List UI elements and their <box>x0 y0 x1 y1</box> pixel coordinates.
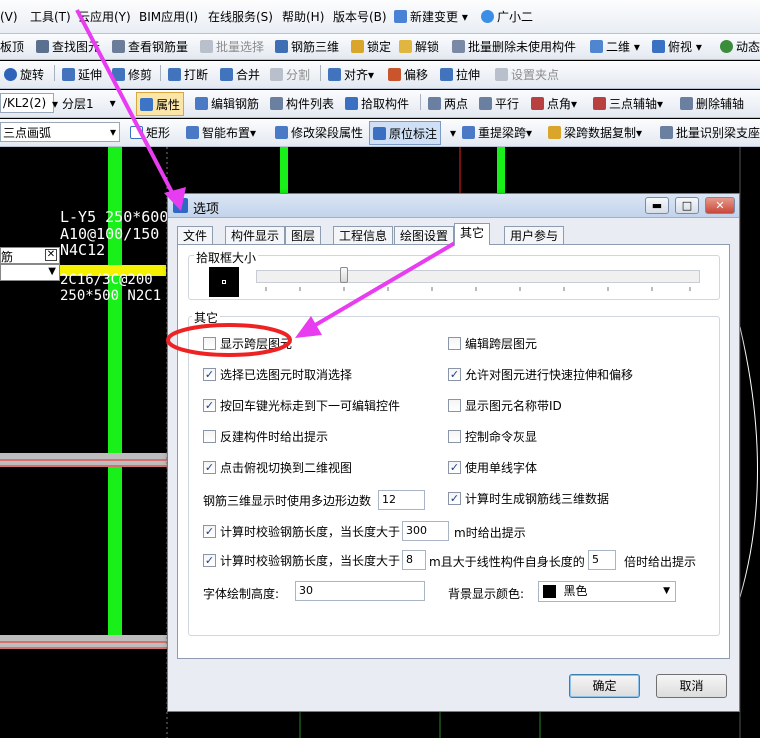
annotation-arrowhead-2 <box>295 316 322 338</box>
annotation-arrowhead-1 <box>164 187 186 211</box>
highlight-ellipse <box>166 323 292 357</box>
tab-other[interactable]: 其它 <box>454 223 491 245</box>
annotation-arrow-2 <box>310 238 462 329</box>
annotation-overlay <box>75 9 462 357</box>
annotation-arrow-1 <box>75 9 178 201</box>
